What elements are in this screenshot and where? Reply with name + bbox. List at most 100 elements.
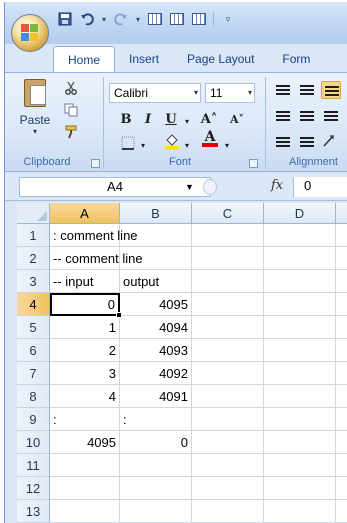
clipboard-dialog-launcher[interactable]: [91, 159, 100, 168]
cell-c13[interactable]: [192, 500, 264, 523]
cell-d5[interactable]: [264, 316, 336, 339]
cell-d8[interactable]: [264, 385, 336, 408]
cell-a13[interactable]: [50, 500, 120, 523]
redo-icon[interactable]: [113, 11, 129, 27]
chevron-down-icon[interactable]: ▾: [183, 135, 191, 155]
cell-b6[interactable]: 4093: [120, 339, 192, 362]
cell-a8[interactable]: 4: [50, 385, 120, 408]
cell-b3[interactable]: output: [120, 270, 192, 293]
cell-e11[interactable]: [336, 454, 347, 477]
grid-icon[interactable]: [147, 11, 163, 27]
fill-color-icon[interactable]: [161, 131, 183, 151]
align-middle-icon[interactable]: [297, 81, 317, 99]
column-header-e[interactable]: [336, 203, 347, 224]
cell-c11[interactable]: [192, 454, 264, 477]
cell-a11[interactable]: [50, 454, 120, 477]
select-all-button[interactable]: [17, 203, 50, 224]
cell-d4[interactable]: [264, 293, 336, 316]
cell-e7[interactable]: [336, 362, 347, 385]
cell-d7[interactable]: [264, 362, 336, 385]
copy-icon[interactable]: [61, 101, 81, 119]
column-header-d[interactable]: D: [264, 203, 336, 224]
tab-formulas[interactable]: Form: [268, 46, 324, 72]
row-header-4[interactable]: 4: [17, 293, 50, 316]
insert-function-icon[interactable]: fx: [271, 178, 283, 193]
cell-e1[interactable]: [336, 224, 347, 247]
cell-b13[interactable]: [120, 500, 192, 523]
tab-insert[interactable]: Insert: [115, 46, 173, 72]
cell-c8[interactable]: [192, 385, 264, 408]
cell-c1[interactable]: [192, 224, 264, 247]
cell-c6[interactable]: [192, 339, 264, 362]
cell-a12[interactable]: [50, 477, 120, 500]
row-header-11[interactable]: 11: [17, 454, 50, 477]
chevron-down-icon[interactable]: ▼: [185, 182, 194, 192]
font-dialog-launcher[interactable]: [249, 159, 258, 168]
row-header-12[interactable]: 12: [17, 477, 50, 500]
grid-icon[interactable]: [169, 11, 185, 27]
grow-font-button[interactable]: A˄: [197, 109, 221, 129]
cell-e6[interactable]: [336, 339, 347, 362]
align-left-icon[interactable]: [273, 107, 293, 125]
grid-icon[interactable]: [191, 11, 207, 27]
orientation-icon[interactable]: [321, 133, 341, 151]
cell-e2[interactable]: [336, 247, 347, 270]
office-button[interactable]: [11, 14, 49, 52]
cell-c12[interactable]: [192, 477, 264, 500]
font-color-button[interactable]: A: [199, 129, 221, 149]
cell-a9[interactable]: :: [50, 408, 120, 431]
cell-d13[interactable]: [264, 500, 336, 523]
cell-d12[interactable]: [264, 477, 336, 500]
cell-a5[interactable]: 1: [50, 316, 120, 339]
cell-e13[interactable]: [336, 500, 347, 523]
align-right-icon[interactable]: [321, 107, 341, 125]
align-top-icon[interactable]: [273, 81, 293, 99]
column-header-b[interactable]: B: [120, 203, 192, 224]
font-size-combo[interactable]: 11 ▾: [205, 83, 255, 103]
row-header-5[interactable]: 5: [17, 316, 50, 339]
cell-d9[interactable]: [264, 408, 336, 431]
cell-d11[interactable]: [264, 454, 336, 477]
cell-a1[interactable]: : comment line: [50, 224, 138, 247]
cell-c10[interactable]: [192, 431, 264, 454]
column-header-c[interactable]: C: [192, 203, 264, 224]
formula-bar-resize-icon[interactable]: [203, 179, 217, 195]
cell-c9[interactable]: [192, 408, 264, 431]
chevron-down-icon[interactable]: ▾: [139, 135, 147, 155]
cell-a2[interactable]: -- comment line: [50, 247, 143, 270]
name-box[interactable]: A4: [19, 177, 211, 197]
formula-input[interactable]: 0: [293, 177, 347, 197]
cell-d1[interactable]: [264, 224, 336, 247]
dropdown-icon[interactable]: ▿: [220, 11, 236, 27]
font-name-combo[interactable]: Calibri ▾: [109, 83, 201, 103]
cell-e4[interactable]: [336, 293, 347, 316]
cell-c5[interactable]: [192, 316, 264, 339]
tab-home[interactable]: Home: [53, 46, 116, 72]
tab-page-layout[interactable]: Page Layout: [173, 46, 268, 72]
cell-a4[interactable]: 0: [50, 293, 120, 316]
cell-d2[interactable]: [264, 247, 336, 270]
row-header-1[interactable]: 1: [17, 224, 50, 247]
decrease-indent-icon[interactable]: [273, 133, 293, 151]
cell-b8[interactable]: 4091: [120, 385, 192, 408]
save-icon[interactable]: [57, 11, 73, 27]
cell-a3[interactable]: -- input: [50, 270, 120, 293]
cell-d6[interactable]: [264, 339, 336, 362]
cell-b11[interactable]: [120, 454, 192, 477]
underline-button[interactable]: U: [161, 109, 181, 129]
cell-c7[interactable]: [192, 362, 264, 385]
row-header-7[interactable]: 7: [17, 362, 50, 385]
cell-e8[interactable]: [336, 385, 347, 408]
row-header-6[interactable]: 6: [17, 339, 50, 362]
align-center-icon[interactable]: [297, 107, 317, 125]
increase-indent-icon[interactable]: [297, 133, 317, 151]
cell-b9[interactable]: :: [120, 408, 192, 431]
cell-d10[interactable]: [264, 431, 336, 454]
cell-b1[interactable]: [120, 224, 192, 247]
dropdown-icon[interactable]: ▾: [101, 11, 107, 27]
cell-a6[interactable]: 2: [50, 339, 120, 362]
paste-button[interactable]: Paste ▾: [13, 77, 57, 143]
cell-a7[interactable]: 3: [50, 362, 120, 385]
cell-a10[interactable]: 4095: [50, 431, 120, 454]
row-header-13[interactable]: 13: [17, 500, 50, 523]
